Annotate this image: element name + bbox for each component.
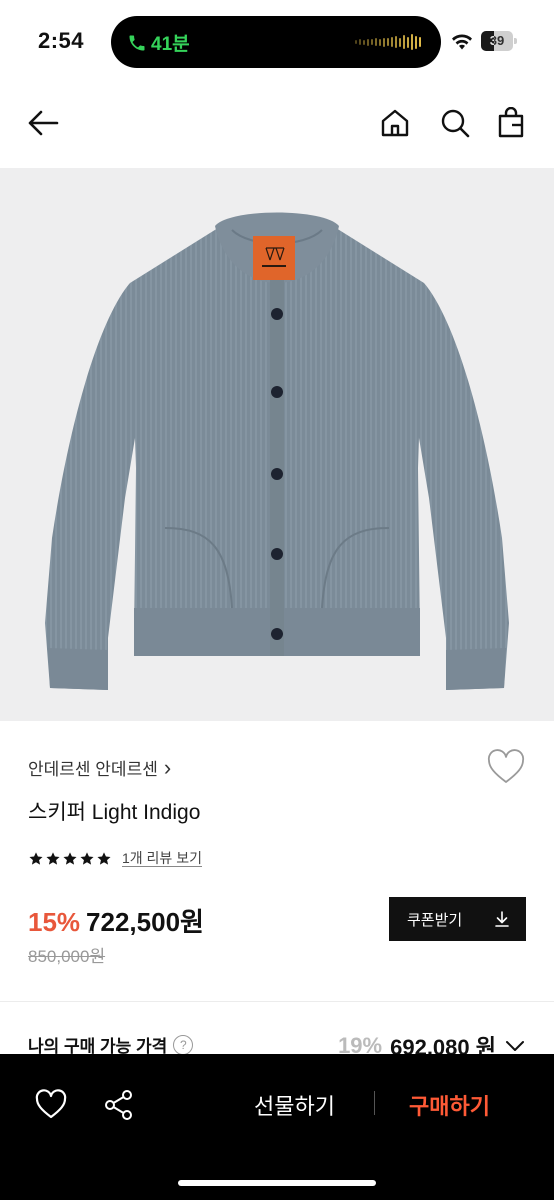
search-icon: [441, 109, 470, 138]
phone-icon: [129, 35, 145, 50]
review-link[interactable]: 1개 리뷰 보기: [122, 850, 202, 867]
wishlist-button[interactable]: [486, 748, 526, 788]
star-icon: [29, 851, 43, 865]
product-image[interactable]: [0, 168, 554, 721]
product-title: 스키퍼 Light Indigo: [28, 801, 201, 824]
battery-indicator: 39: [481, 31, 517, 51]
buy-button[interactable]: 구매하기: [409, 1089, 490, 1121]
coupon-label: 쿠폰받기: [407, 911, 463, 929]
brand-name: 안데르센 안데르센: [28, 760, 158, 779]
cardigan-image: [45, 212, 509, 690]
dynamic-island[interactable]: 41분: [111, 16, 441, 68]
heart-icon: [35, 1089, 67, 1119]
arrow-left-icon: [28, 110, 59, 136]
gift-button[interactable]: 선물하기: [254, 1089, 335, 1121]
bottom-action-bar: 선물하기 구매하기: [0, 1054, 554, 1200]
section-divider: [0, 1001, 554, 1002]
bottom-wishlist-button[interactable]: [34, 1088, 68, 1122]
star-icon: [97, 851, 111, 865]
original-price: 850,000원: [28, 947, 106, 966]
chevron-right-icon: ›: [163, 755, 172, 780]
discount-rate: 15%: [28, 907, 81, 937]
star-icon: [46, 851, 60, 865]
call-indicator: 41분: [127, 29, 190, 56]
sale-price: 722,500원: [86, 907, 204, 937]
star-icon: [80, 851, 94, 865]
top-navigation: [0, 92, 554, 160]
help-icon[interactable]: ?: [173, 1034, 194, 1055]
status-time: 2:54: [38, 28, 85, 53]
audio-waveform-icon: [355, 34, 421, 50]
home-button[interactable]: [378, 106, 412, 140]
price-row: 15% 722,500원: [28, 902, 204, 939]
rating-row: 1개 리뷰 보기: [28, 850, 202, 867]
download-icon: [495, 911, 509, 927]
shopping-bag-icon: [498, 107, 524, 138]
star-icon: [63, 851, 77, 865]
share-icon: [105, 1090, 132, 1120]
coupon-button[interactable]: 쿠폰받기: [389, 897, 526, 941]
cart-button[interactable]: [494, 106, 528, 140]
back-button[interactable]: [26, 106, 60, 140]
call-duration: 41분: [151, 34, 190, 55]
button-separator: [374, 1091, 375, 1115]
share-button[interactable]: [102, 1088, 136, 1122]
home-icon: [381, 109, 409, 137]
brand-link[interactable]: 안데르센 안데르센 ›: [28, 755, 171, 780]
heart-icon: [487, 749, 525, 783]
wifi-icon: [452, 34, 472, 50]
rating-stars: [28, 851, 112, 867]
home-indicator[interactable]: [178, 1180, 376, 1186]
status-bar: 2:54 41분 39: [0, 0, 554, 84]
search-button[interactable]: [438, 106, 472, 140]
brand-label-patch: [253, 236, 295, 280]
battery-level: 39: [489, 33, 505, 48]
